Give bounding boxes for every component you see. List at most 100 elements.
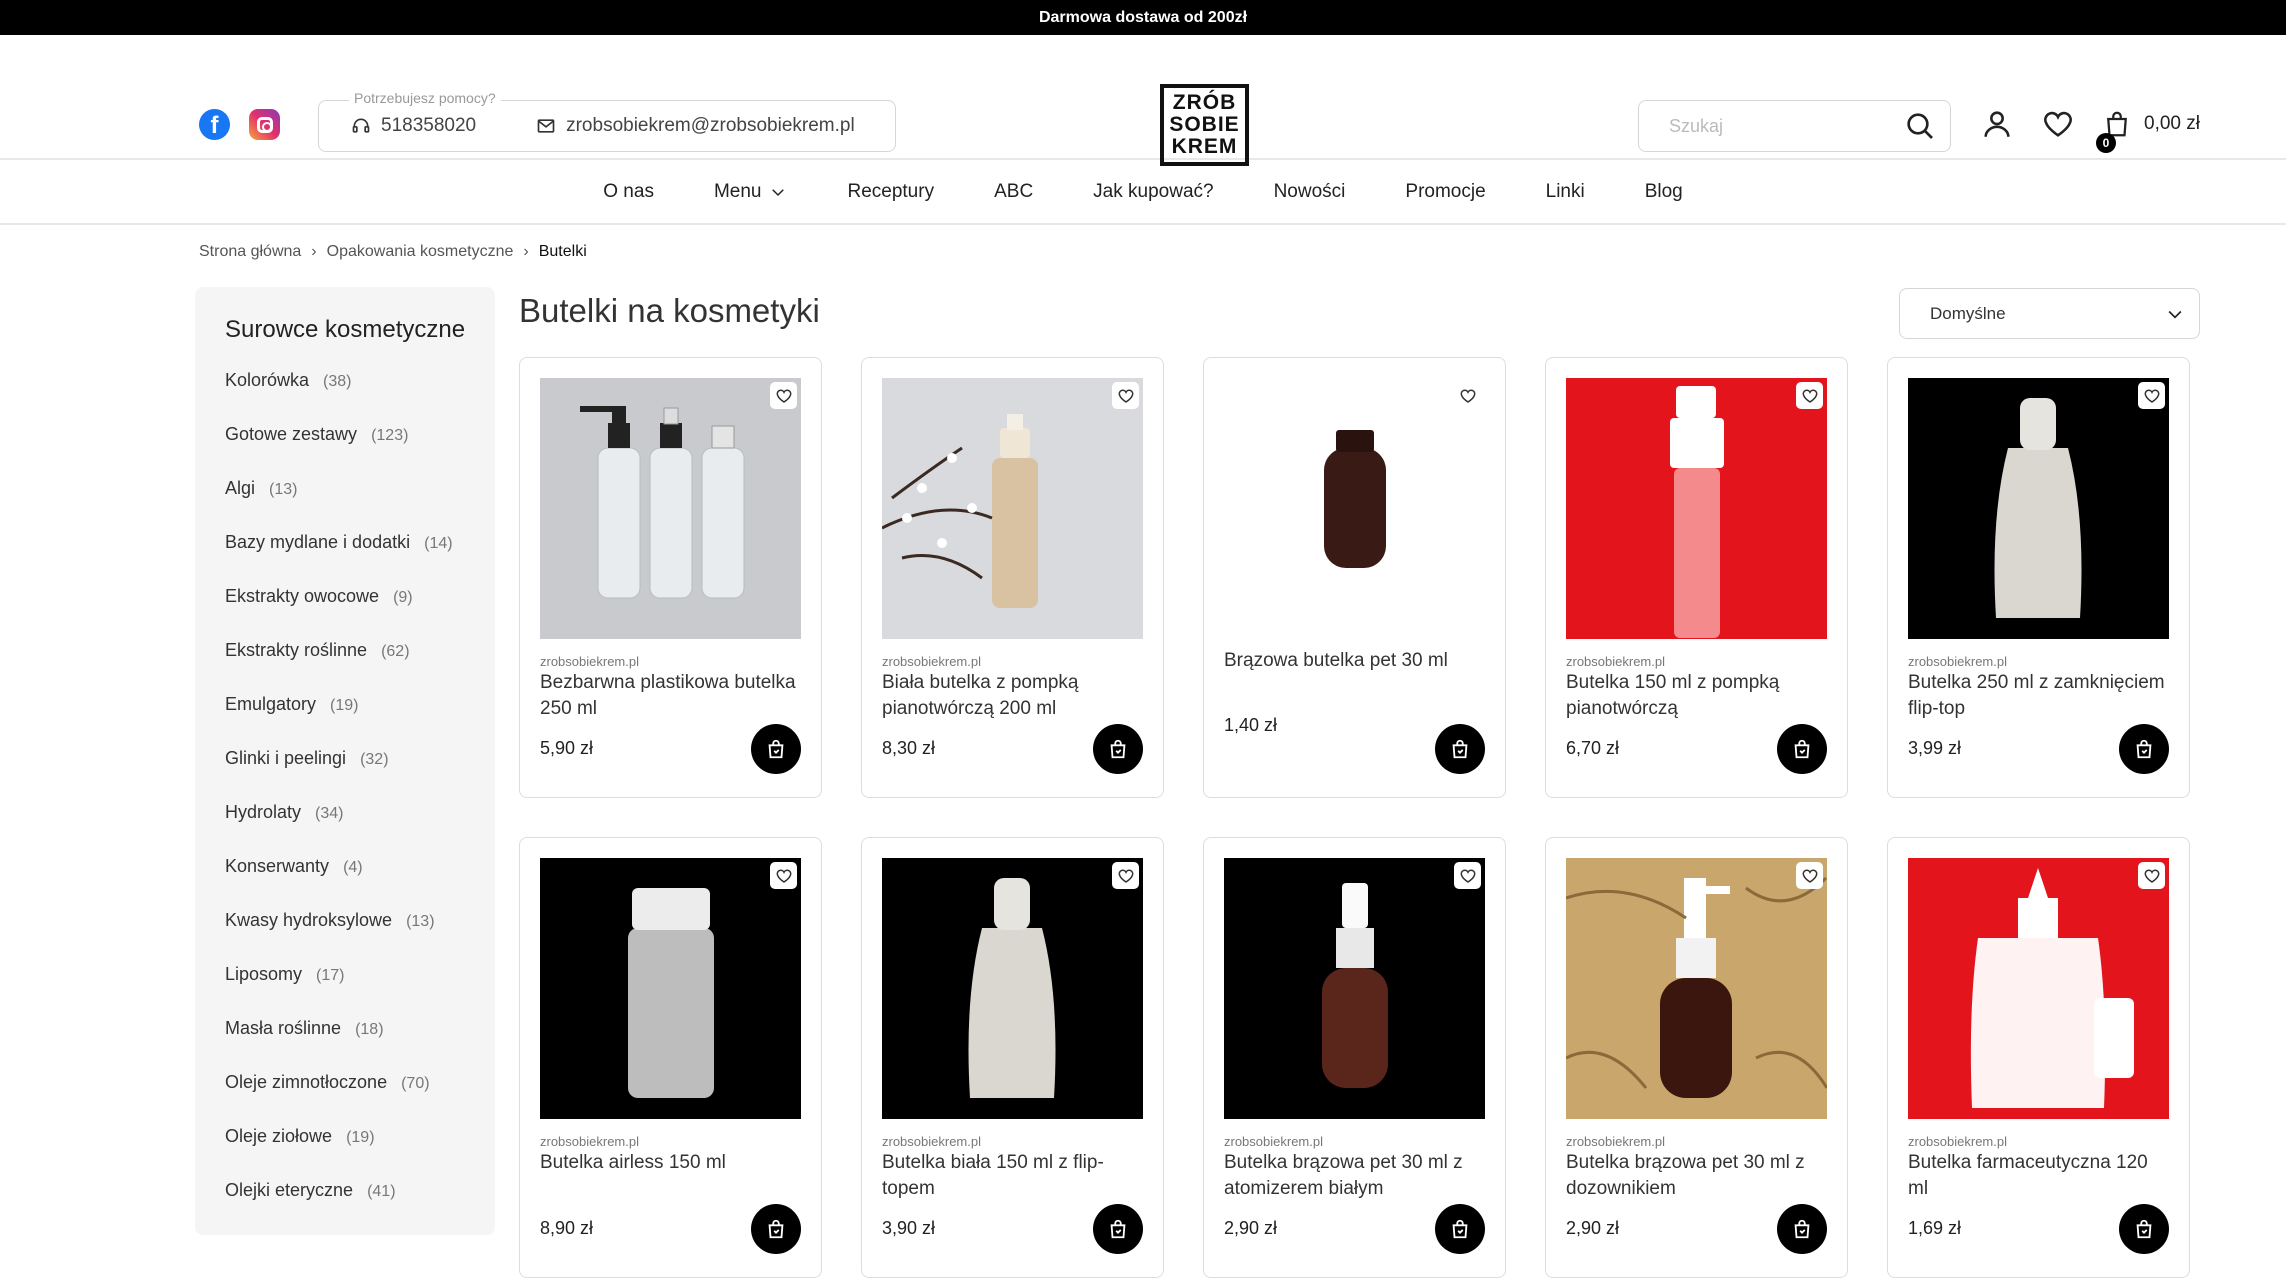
account-icon[interactable] (1980, 107, 2014, 141)
product-card[interactable]: zrobsobiekrem.pl Butelka brązowa pet 30 m… (1545, 837, 1848, 1278)
sidebar-category-item[interactable]: Kwasy hydroksylowe (13) (225, 907, 475, 935)
add-to-wishlist-button[interactable] (2138, 862, 2165, 889)
add-to-cart-button[interactable] (2119, 1204, 2169, 1254)
nav-label: Nowości (1273, 180, 1346, 202)
site-header: f Potrzebujesz pomocy? 518358020 zrobsob… (0, 35, 2286, 166)
product-image[interactable] (1908, 858, 2169, 1119)
sidebar-category-item[interactable]: Kolorówka (38) (225, 367, 475, 395)
product-image[interactable] (1224, 858, 1485, 1119)
product-brand: zrobsobiekrem.pl (882, 654, 981, 669)
category-name: Hydrolaty (225, 802, 302, 822)
nav-promocje[interactable]: Promocje (1405, 181, 1485, 203)
product-name[interactable]: Bezbarwna plastikowa butelka 250 ml (540, 670, 800, 722)
sidebar-category-item[interactable]: Masła roślinne (18) (225, 1015, 475, 1043)
nav-menu[interactable]: Menu (714, 181, 788, 203)
add-to-cart-button[interactable] (751, 1204, 801, 1254)
product-name[interactable]: Butelka brązowa pet 30 ml z dozownikiem (1566, 1150, 1826, 1202)
product-image[interactable] (540, 378, 801, 639)
sidebar-category-item[interactable]: Liposomy (17) (225, 961, 475, 989)
sidebar-category-item[interactable]: Ekstrakty roślinne (62) (225, 637, 475, 665)
category-name: Konserwanty (225, 856, 330, 876)
search-input[interactable] (1669, 115, 1904, 137)
add-to-wishlist-button[interactable] (1454, 382, 1481, 409)
wishlist-heart-icon[interactable] (2041, 107, 2075, 141)
product-image[interactable] (882, 378, 1143, 639)
product-name[interactable]: Butelka 150 ml z pompką pianotwórczą (1566, 670, 1826, 722)
add-to-cart-button[interactable] (751, 724, 801, 774)
sidebar-category-item[interactable]: Olejki eteryczne (41) (225, 1177, 475, 1205)
product-name[interactable]: Butelka airless 150 ml (540, 1150, 800, 1176)
product-card[interactable]: zrobsobiekrem.pl Butelka airless 150 ml 8,… (519, 837, 822, 1278)
sidebar-category-item[interactable]: Emulgatory (19) (225, 691, 475, 719)
product-card[interactable]: zrobsobiekrem.pl Butelka farmaceutyczna 1… (1887, 837, 2190, 1278)
email-contact[interactable]: zrobsobiekrem@zrobsobiekrem.pl (536, 115, 855, 137)
instagram-icon[interactable] (249, 109, 280, 140)
nav-blog[interactable]: Blog (1645, 181, 1683, 203)
add-to-cart-button[interactable] (1435, 724, 1485, 774)
add-to-cart-button[interactable] (1093, 1204, 1143, 1254)
sidebar-category-item[interactable]: Algi (13) (225, 475, 475, 503)
product-image[interactable] (1566, 378, 1827, 639)
nav-o-nas[interactable]: O nas (603, 181, 654, 203)
cart-bag-icon (1110, 739, 1126, 759)
add-to-wishlist-button[interactable] (1112, 862, 1139, 889)
breadcrumb-home[interactable]: Strona główna (199, 243, 301, 261)
sidebar-category-item[interactable]: Konserwanty (4) (225, 853, 475, 881)
nav-nowosci[interactable]: Nowości (1274, 181, 1346, 203)
product-image[interactable] (1224, 378, 1485, 639)
add-to-wishlist-button[interactable] (770, 382, 797, 409)
add-to-cart-button[interactable] (1093, 724, 1143, 774)
product-name[interactable]: Brązowa butelka pet 30 ml (1224, 648, 1484, 674)
product-name[interactable]: Butelka biała 150 ml z flip-topem (882, 1150, 1142, 1202)
product-image[interactable] (882, 858, 1143, 1119)
add-to-wishlist-button[interactable] (770, 862, 797, 889)
product-name[interactable]: Biała butelka z pompką pianotwórczą 200 … (882, 670, 1142, 722)
add-to-wishlist-button[interactable] (1796, 382, 1823, 409)
facebook-icon[interactable]: f (199, 109, 230, 140)
add-to-wishlist-button[interactable] (1112, 382, 1139, 409)
search-icon[interactable] (1904, 110, 1936, 142)
nav-linki[interactable]: Linki (1546, 181, 1585, 203)
sidebar-category-item[interactable]: Oleje ziołowe (19) (225, 1123, 475, 1151)
product-card[interactable]: zrobsobiekrem.pl Biała butelka z pompką p… (861, 357, 1164, 798)
category-count: (4) (343, 859, 363, 876)
product-name[interactable]: Butelka brązowa pet 30 ml z atomizerem b… (1224, 1150, 1484, 1202)
add-to-wishlist-button[interactable] (1796, 862, 1823, 889)
product-image[interactable] (1908, 378, 2169, 639)
product-name[interactable]: Butelka 250 ml z zamknięciem flip-top (1908, 670, 2168, 722)
sidebar-category-item[interactable]: Hydrolaty (34) (225, 799, 475, 827)
product-price: 6,70 zł (1566, 738, 1620, 758)
nav-receptury[interactable]: Receptury (847, 181, 934, 203)
product-card[interactable]: zrobsobiekrem.pl Butelka biała 150 ml z f… (861, 837, 1164, 1278)
add-to-cart-button[interactable] (1777, 1204, 1827, 1254)
sidebar-category-item[interactable]: Gotowe zestawy (123) (225, 421, 475, 449)
breadcrumb-packaging[interactable]: Opakowania kosmetyczne (327, 243, 514, 261)
sidebar-category-item[interactable]: Glinki i peelingi (32) (225, 745, 475, 773)
add-to-cart-button[interactable] (1435, 1204, 1485, 1254)
heart-icon (1460, 868, 1475, 883)
product-card[interactable]: zrobsobiekrem.pl Butelka 150 ml z pompką … (1545, 357, 1848, 798)
sort-select[interactable]: Domyślne (1899, 288, 2200, 339)
add-to-cart-button[interactable] (1777, 724, 1827, 774)
sidebar-category-item[interactable]: Ekstrakty owocowe (9) (225, 583, 475, 611)
product-card[interactable]: zrobsobiekrem.pl Bezbarwna plastikowa but… (519, 357, 822, 798)
product-card[interactable]: zrobsobiekrem.pl Butelka 250 ml z zamknię… (1887, 357, 2190, 798)
cart-button[interactable]: 0 0,00 zł (2096, 109, 2200, 153)
free-shipping-bar: Darmowa dostawa od 200zł (0, 0, 2286, 35)
sidebar-category-item[interactable]: Bazy mydlane i dodatki (14) (225, 529, 475, 557)
phone-contact[interactable]: 518358020 (351, 115, 476, 137)
product-image[interactable] (1566, 858, 1827, 1119)
site-logo[interactable]: ZRÓB SOBIE KREM (1160, 84, 1249, 166)
add-to-wishlist-button[interactable] (2138, 382, 2165, 409)
product-card[interactable]: Brązowa butelka pet 30 ml 1,40 zł (1203, 357, 1506, 798)
category-count: (41) (367, 1183, 396, 1200)
nav-jak-kupowac[interactable]: Jak kupować? (1093, 181, 1213, 203)
sidebar-category-item[interactable]: Oleje zimnotłoczone (70) (225, 1069, 475, 1097)
cart-bag-icon (1794, 1219, 1810, 1239)
product-image[interactable] (540, 858, 801, 1119)
add-to-cart-button[interactable] (2119, 724, 2169, 774)
nav-abc[interactable]: ABC (994, 181, 1033, 203)
product-card[interactable]: zrobsobiekrem.pl Butelka brązowa pet 30 m… (1203, 837, 1506, 1278)
product-name[interactable]: Butelka farmaceutyczna 120 ml (1908, 1150, 2168, 1202)
add-to-wishlist-button[interactable] (1454, 862, 1481, 889)
